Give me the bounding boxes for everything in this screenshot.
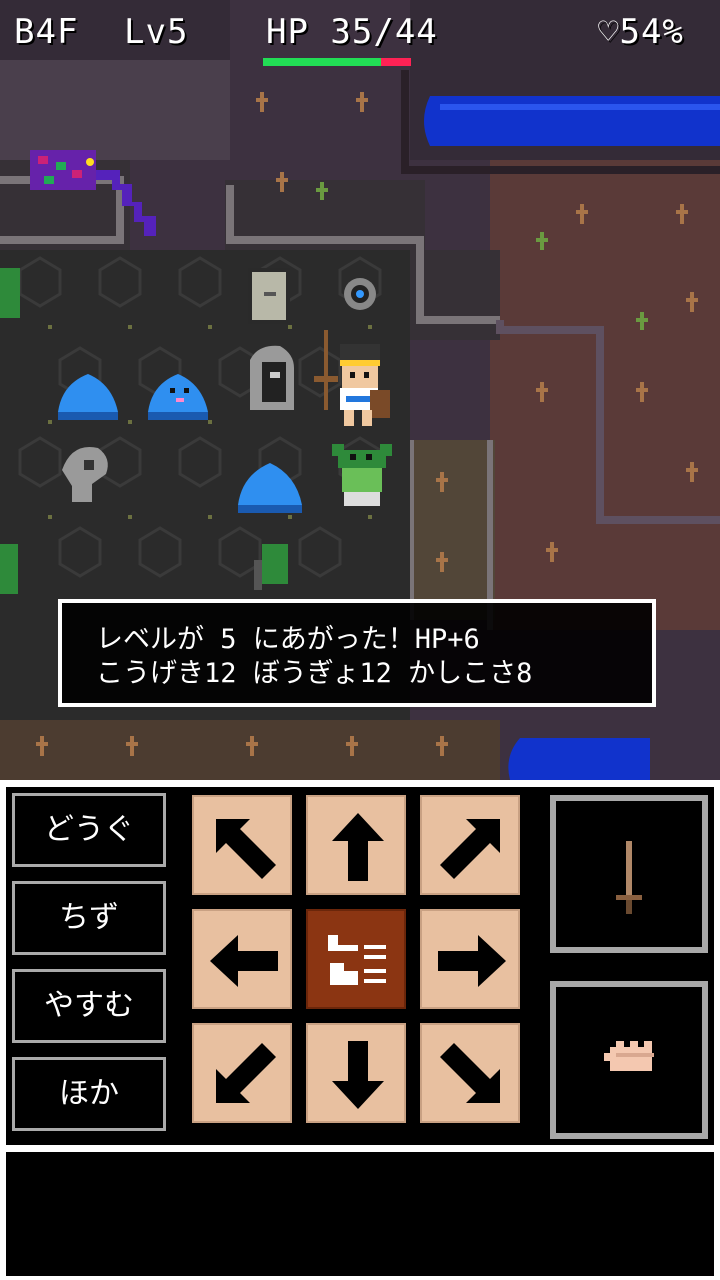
sword-icon (616, 841, 642, 914)
rest-button[interactable]: やすむ (12, 969, 166, 1043)
move-right-button[interactable] (420, 909, 520, 1009)
message-line-1: レベルが 5 にあがった！HP+6 (96, 624, 480, 655)
arrow-down-icon (332, 1041, 384, 1109)
move-up-button[interactable] (306, 795, 406, 895)
message-box: レベルが 5 にあがった！HP+6 こうげき12 ぼうぎょ12 かしこさ8 (58, 599, 656, 707)
ring-item (344, 278, 376, 310)
move-down-left-button[interactable] (192, 1023, 292, 1123)
fullness-indicator: ♡54% (598, 12, 684, 52)
wait-button[interactable] (306, 909, 406, 1009)
dungeon-view[interactable]: B4F Lv5 HP 35/44 ♡54% レベルが 5 にあがった！HP+6 … (0, 0, 720, 780)
level-indicator: Lv5 (124, 12, 189, 52)
arrow-down-left-icon (216, 1043, 276, 1103)
footsteps-icon (328, 935, 386, 985)
move-down-button[interactable] (306, 1023, 406, 1123)
items-button[interactable]: どうぐ (12, 793, 166, 867)
arrow-right-icon (438, 935, 506, 987)
message-line-2: こうげき12 ぼうぎょ12 かしこさ8 (96, 658, 533, 689)
attack-button[interactable] (550, 795, 708, 953)
controls-area: どうぐ ちず やすむ ほか (6, 787, 714, 1145)
arrow-up-left-icon (216, 819, 276, 879)
control-panel: どうぐ ちず やすむ ほか (0, 780, 720, 1280)
hp-bar (263, 58, 411, 66)
arrow-down-right-icon (440, 1043, 500, 1103)
map-button[interactable]: ちず (12, 881, 166, 955)
arrow-up-icon (332, 813, 384, 881)
grab-button[interactable] (550, 981, 708, 1139)
move-up-left-button[interactable] (192, 795, 292, 895)
bottom-bar (6, 1152, 714, 1276)
floor-indicator: B4F (14, 12, 79, 52)
move-down-right-button[interactable] (420, 1023, 520, 1123)
door-item (248, 268, 290, 324)
fist-icon (604, 1041, 654, 1071)
ghost-monster (250, 345, 294, 410)
move-up-right-button[interactable] (420, 795, 520, 895)
hp-text: HP 35/44 (266, 12, 438, 52)
hp-bar-fill (263, 58, 381, 66)
arrow-up-right-icon (440, 819, 500, 879)
other-button[interactable]: ほか (12, 1057, 166, 1131)
arrow-left-icon (210, 935, 278, 987)
move-left-button[interactable] (192, 909, 292, 1009)
